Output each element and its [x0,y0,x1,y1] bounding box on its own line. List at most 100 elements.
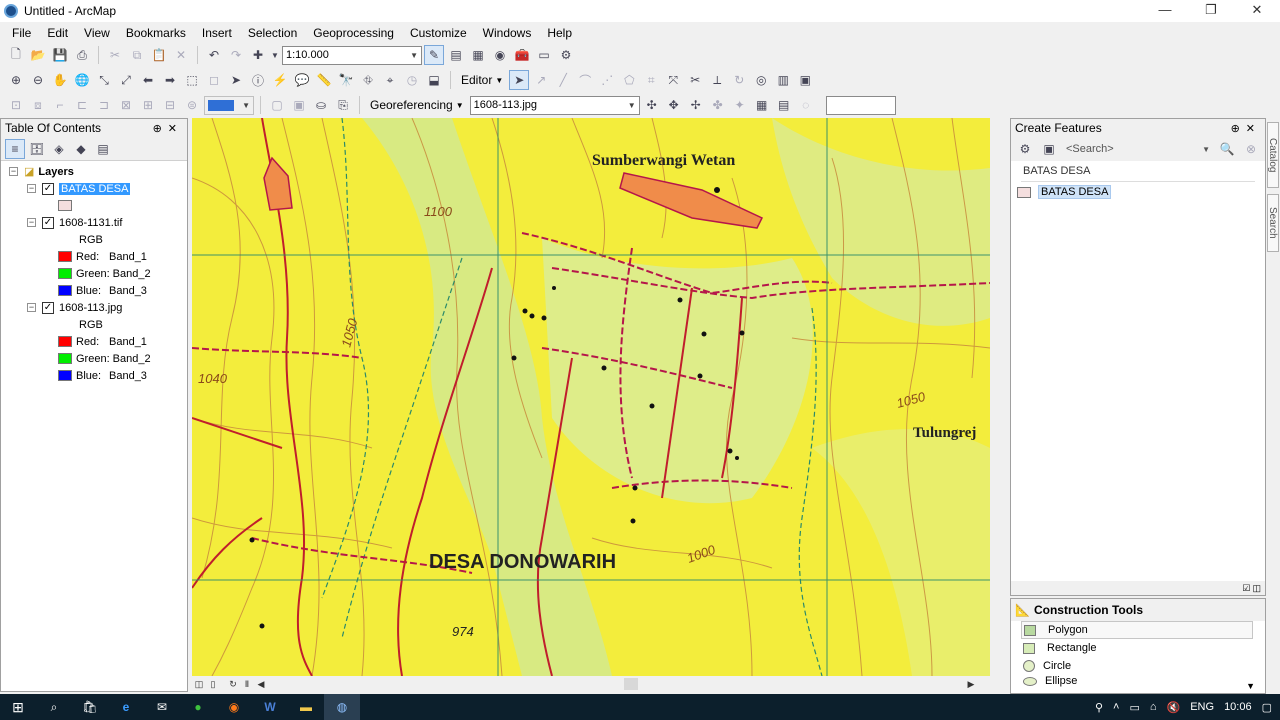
band-row[interactable]: Green: Band_2 [58,350,151,367]
scroll-thumb[interactable] [624,678,638,690]
time-slider-icon[interactable]: ◷ [402,70,422,90]
band-row[interactable]: Red: Band_1 [58,248,147,265]
clock[interactable]: 10:06 [1224,701,1252,713]
add-data-dropdown-icon[interactable]: ▼ [270,45,280,65]
attributes-icon[interactable]: ▥ [773,70,793,90]
menu-windows[interactable]: Windows [475,26,540,40]
layer-name[interactable]: 1608-113.jpg [59,302,122,314]
filter-icon[interactable]: ▣ [1039,139,1059,159]
edit-tool-icon[interactable]: ➤ [509,70,530,90]
arctoolbox-icon[interactable]: 🧰 [512,45,532,65]
layers-root[interactable]: − ◪ Layers [9,163,74,180]
band-row[interactable]: Blue: Band_3 [58,367,147,384]
green-swatch[interactable] [58,268,72,279]
line-intersection-icon[interactable]: ⊠ [116,95,136,115]
open-icon[interactable]: 📂 [28,45,48,65]
draw-color-combo[interactable]: ▼ [204,95,254,115]
close-button[interactable]: ✕ [1234,0,1280,22]
scale-icon[interactable]: ✢ [686,95,706,115]
add-control-points-icon[interactable]: ✤ [708,95,728,115]
menu-customize[interactable]: Customize [402,26,475,40]
model-builder-icon[interactable]: ⚙ [556,45,576,65]
feature-template-label[interactable]: BATAS DESA [1038,185,1112,199]
select-features-icon[interactable]: ⬚ [182,70,202,90]
green-swatch[interactable] [58,353,72,364]
layout-view-icon[interactable]: ▯ [206,679,220,690]
firefox-icon[interactable]: ◉ [216,694,252,720]
straight-segment-icon[interactable]: ╱ [553,70,573,90]
scroll-right-icon[interactable]: ▶ [964,679,978,690]
battery-icon[interactable]: ▭ [1129,701,1139,714]
trace-icon[interactable]: ⋰ [597,70,617,90]
delete-icon[interactable]: ✕ [171,45,191,65]
find-route-icon[interactable]: ⛗ [358,70,378,90]
auto-adjust-icon[interactable]: ◌ [796,95,816,115]
sketch-properties-icon[interactable]: ◎ [751,70,771,90]
band-row[interactable]: Red: Band_1 [58,333,147,350]
fixed-zoom-out-icon[interactable]: ⤢ [116,70,136,90]
polygon-symbol-swatch[interactable] [58,200,72,211]
windows-start-icon[interactable]: ⊞ [0,694,36,720]
clear-selection-icon[interactable]: ◻ [204,70,224,90]
table-window-icon[interactable]: ▤ [446,45,466,65]
redo-icon[interactable]: ↷ [226,45,246,65]
add-data-icon[interactable]: ✚ [248,45,268,65]
menu-help[interactable]: Help [539,26,580,40]
find-icon[interactable]: 🔭 [336,70,356,90]
link-table-icon[interactable]: ▤ [774,95,794,115]
toc-options-icon[interactable]: ▤ [93,139,113,159]
clear-search-icon[interactable]: ⊗ [1241,139,1261,159]
measure-icon[interactable]: 📏 [314,70,334,90]
map-view[interactable]: Sumberwangi Wetan Tulungrej DESA DONOWAR… [192,118,990,676]
tool-rectangle[interactable]: Rectangle [1011,639,1265,657]
list-by-drawing-order-icon[interactable]: ≡ [5,138,25,159]
split-panel-icon[interactable]: ◫ [1252,583,1261,594]
explode-icon[interactable]: ⊞ [138,95,158,115]
menu-file[interactable]: File [4,26,39,40]
georef-input-box[interactable] [825,95,896,115]
advanced-edit-icon[interactable]: ⊡ [6,95,26,115]
map-horizontal-scrollbar[interactable]: ◫ ▯ ↻ Ⅱ ◀ ▶ [192,676,990,692]
menu-bookmarks[interactable]: Bookmarks [118,26,194,40]
edit-annotation-icon[interactable]: ↗ [531,70,551,90]
chat-icon[interactable]: ● [180,694,216,720]
catalog-tab[interactable]: Catalog [1267,122,1279,188]
paste-icon[interactable]: 📋 [149,45,169,65]
view-link-table-icon[interactable]: ▦ [752,95,772,115]
mail-icon[interactable]: ✉ [144,694,180,720]
collapse-icon[interactable]: − [9,167,18,176]
close-icon[interactable]: ✕ [1246,123,1261,135]
layout-tool-icon[interactable]: ▣ [289,95,309,115]
rotate-georef-icon[interactable]: ✣ [642,95,662,115]
georef-layer-combo[interactable]: 1608-113.jpg ▼ [469,95,640,115]
organize-templates-icon[interactable]: ⚙ [1015,139,1035,159]
word-icon[interactable]: W [252,694,288,720]
menu-selection[interactable]: Selection [240,26,305,40]
search-icon[interactable]: 🔍 [1217,139,1237,159]
fillet-icon[interactable]: ⌐ [50,95,70,115]
control-points-link-icon[interactable]: ✦ [730,95,750,115]
blue-swatch[interactable] [58,370,72,381]
refresh-icon[interactable]: ↻ [226,679,240,690]
point-icon[interactable]: ⬠ [619,70,639,90]
edit-vertices-icon[interactable]: ⌗ [641,70,661,90]
map-scale-combo[interactable]: 1:10.000 ▼ [282,45,422,65]
volume-muted-icon[interactable]: 🔇 [1167,701,1181,714]
python-window-icon[interactable]: ▭ [534,45,554,65]
layer-visibility-checkbox[interactable]: ✓ [42,301,54,314]
cut-icon[interactable]: ✂ [105,45,125,65]
list-by-selection-icon[interactable]: ◆ [71,139,91,159]
edge-browser-icon[interactable]: e [108,694,144,720]
network-icon[interactable]: ⌂ [1150,701,1157,713]
band-row[interactable]: Green: Band_2 [58,265,151,282]
pan-icon[interactable]: ✋ [50,70,70,90]
layer-1608-113[interactable]: − ✓ 1608-113.jpg [27,299,122,316]
split-icon[interactable]: ⟂ [707,70,727,90]
collapse-icon[interactable]: − [27,303,36,312]
layer-visibility-checkbox[interactable]: ✓ [42,216,54,229]
layer-1608-1131[interactable]: − ✓ 1608-1131.tif [27,214,122,231]
extend-icon[interactable]: ⊏ [72,95,92,115]
create-viewer-icon[interactable]: ⬓ [424,70,444,90]
cut-polygons-icon[interactable]: ✂ [685,70,705,90]
text-tool-icon[interactable]: ▢ [267,95,287,115]
